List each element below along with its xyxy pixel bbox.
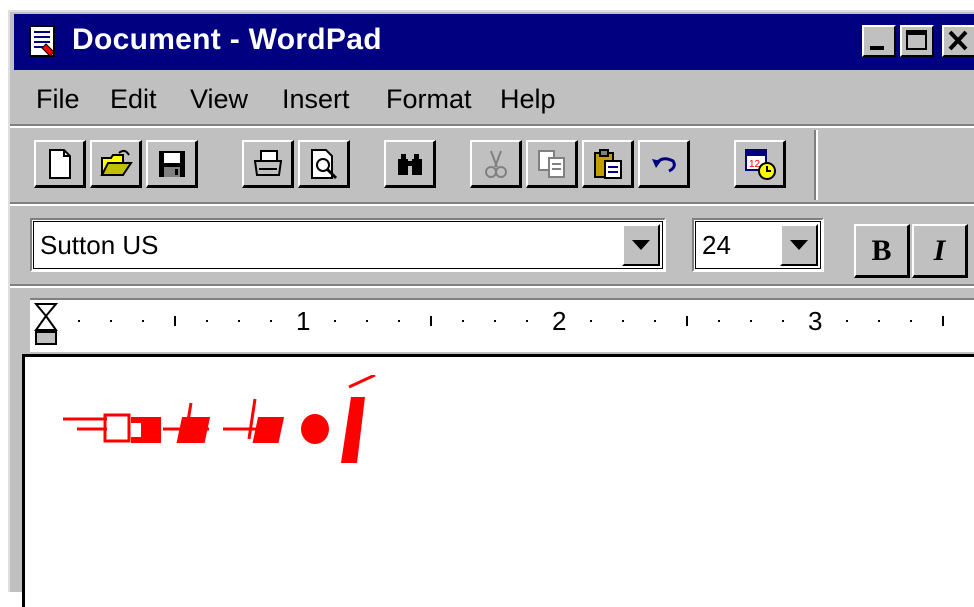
menu-help[interactable]: Help: [500, 84, 556, 115]
minimize-button[interactable]: [862, 25, 896, 57]
date-time-icon: 12: [744, 148, 776, 180]
copy-icon: [537, 149, 565, 178]
new-button[interactable]: [34, 140, 86, 188]
maximize-button[interactable]: [900, 25, 934, 57]
formatbar-divider: [10, 284, 974, 288]
edit-toolbar-group: [470, 140, 690, 192]
title-bar[interactable]: Document - WordPad: [14, 14, 974, 70]
menu-divider: [10, 124, 974, 128]
menu-format[interactable]: Format: [386, 84, 472, 115]
maximize-icon: [906, 30, 927, 50]
print-button[interactable]: [242, 140, 294, 188]
print-preview-icon: [310, 148, 337, 179]
ruler-number-2: 2: [552, 306, 567, 336]
date-time-button[interactable]: 12: [734, 140, 786, 188]
window-title: Document - WordPad: [72, 23, 382, 56]
toolbar-divider-bottom: [10, 202, 974, 206]
close-icon: [948, 30, 968, 51]
print-toolbar-group: [242, 140, 350, 192]
find-toolbar-group: [384, 140, 436, 192]
ruler-number-1: 1: [296, 306, 311, 336]
signwriting-text: [63, 375, 376, 463]
font-name-value: Sutton US: [40, 230, 159, 260]
document-area[interactable]: [22, 354, 974, 607]
find-icon: [397, 153, 422, 175]
font-size-value: 24: [702, 230, 731, 260]
open-button[interactable]: [90, 140, 142, 188]
menu-bar: File Edit View Insert Format Help: [10, 72, 974, 128]
insert-toolbar-group: 12: [734, 140, 786, 192]
font-size-dropdown-button[interactable]: [780, 224, 818, 266]
undo-icon: [651, 156, 676, 172]
menu-file[interactable]: File: [36, 84, 80, 115]
indent-marker-icon[interactable]: [34, 302, 60, 352]
find-button[interactable]: [384, 140, 436, 188]
minimize-icon: [870, 46, 884, 50]
font-size-combo[interactable]: 24: [692, 218, 824, 272]
font-name-combo[interactable]: Sutton US: [30, 218, 666, 272]
paste-icon: [593, 148, 622, 179]
menu-edit[interactable]: Edit: [110, 84, 157, 115]
new-icon: [48, 148, 71, 179]
paste-button[interactable]: [582, 140, 634, 188]
file-toolbar-group: [34, 140, 198, 192]
save-icon: [158, 150, 185, 177]
cut-icon: [484, 150, 507, 178]
print-preview-button[interactable]: [298, 140, 350, 188]
save-button[interactable]: [146, 140, 198, 188]
italic-button[interactable]: I: [912, 224, 968, 278]
menu-insert[interactable]: Insert: [282, 84, 350, 115]
chevron-down-icon: [790, 240, 808, 250]
bold-button[interactable]: B: [854, 224, 910, 278]
wordpad-app-icon[interactable]: [28, 24, 58, 58]
print-icon: [253, 149, 282, 176]
cut-button[interactable]: [470, 140, 522, 188]
undo-button[interactable]: [638, 140, 690, 188]
chevron-down-icon: [632, 240, 650, 250]
open-icon: [99, 149, 133, 176]
font-name-dropdown-button[interactable]: [622, 224, 660, 266]
close-button[interactable]: [942, 25, 974, 57]
menu-view[interactable]: View: [190, 84, 248, 115]
toolbar-divider: [814, 130, 818, 200]
copy-button[interactable]: [526, 140, 578, 188]
wordpad-window: Document - WordPad File Edit View Insert…: [8, 10, 974, 607]
ruler-number-3: 3: [808, 306, 823, 336]
ruler[interactable]: 1 2 3: [30, 298, 974, 352]
